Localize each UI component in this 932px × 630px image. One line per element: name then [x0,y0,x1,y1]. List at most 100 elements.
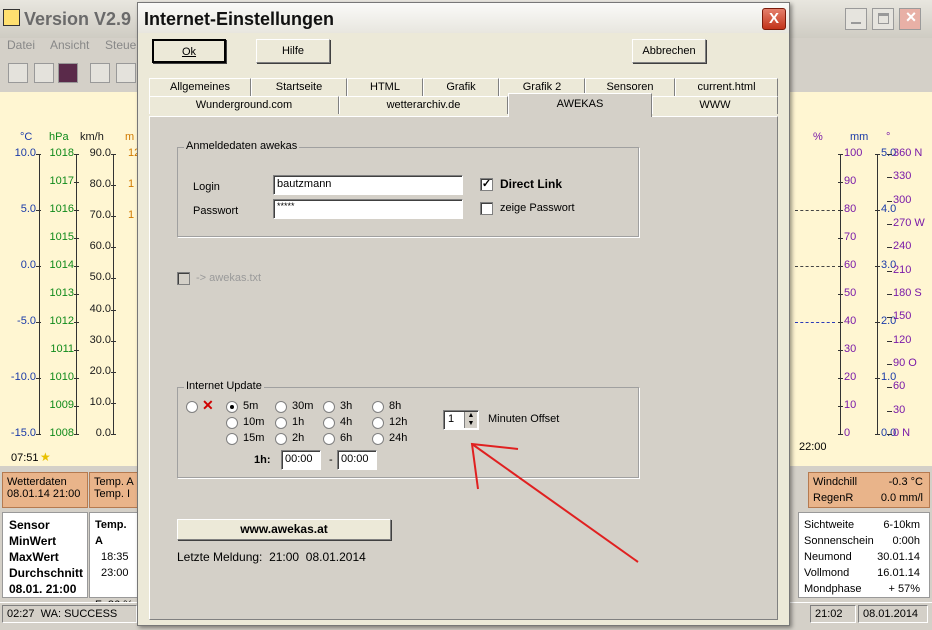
minwert-label: MinWert [9,534,57,548]
axis-tick [74,294,79,295]
dialog-close-icon[interactable]: X [762,8,786,30]
axis-tick [111,340,116,342]
durchschnitt-label: Durchschnitt [9,566,84,580]
update-off-radio[interactable] [186,401,198,413]
tab-awekas[interactable]: AWEKAS [508,93,652,117]
main-close-icon[interactable]: × [899,7,921,30]
last-message-date: 08.01.2014 [305,550,366,564]
direct-link-checkbox[interactable]: ✓ [480,178,493,191]
axis-tick [838,406,843,407]
password-input[interactable]: ***** [273,199,463,219]
axis-tick [838,266,843,267]
guide-line [795,266,835,267]
show-password-checkbox[interactable] [480,202,493,215]
neumond-label: Neumond [804,551,852,563]
tab-wetterarchiv[interactable]: wetterarchiv.de [339,96,508,114]
mondphase-label: Mondphase [804,583,862,595]
hilfe-button[interactable]: Hilfe [256,39,330,63]
axis-tick [875,322,880,323]
axis-tick [887,294,892,295]
interval-label-15m: 15m [243,432,265,444]
ok-button[interactable]: Ok [152,39,226,63]
dir-ticks-label: 120 [893,333,912,346]
interval-radio-3h[interactable] [323,401,335,413]
interval-radio-30m[interactable] [275,401,287,413]
tab-wunderground[interactable]: Wunderground.com [149,96,339,114]
temp-ticks-label: -15.0 [10,427,36,439]
ok-label: Ok [181,46,197,58]
interval-radio-15m[interactable] [226,433,238,445]
axis-tick [887,247,892,249]
dir-ticks-label: 240 [893,240,912,253]
tab-html[interactable]: HTML [347,78,423,96]
awekas-txt-checkbox[interactable] [177,272,190,285]
axis-tick [875,378,880,379]
update-off-icon: ✕ [202,397,214,413]
axis-tick [838,182,843,183]
interval-radio-6h[interactable] [323,433,335,445]
tab-www[interactable]: WWW [652,96,778,114]
awekas-website-button[interactable]: www.awekas.at [177,519,391,540]
offset-spinner[interactable]: ▲ ▼ [464,412,477,428]
h1-to-input[interactable]: 00:00 [337,450,377,470]
regenr-label: RegenR [813,492,854,504]
maxwert-label: MaxWert [9,550,59,564]
axis-tick [838,378,843,379]
axis-tick [111,185,116,187]
login-input[interactable]: bautzmann [273,175,463,195]
menu-steuerung[interactable]: Steue [105,38,136,52]
temp-ticks-label: 5.0 [20,203,36,215]
wind-ticks-label: 40.0 [89,302,111,315]
show-password-label: zeige Passwort [500,202,575,214]
maximize-icon[interactable] [872,8,894,30]
wind-ticks-label: 80.0 [89,178,111,191]
temp-cell: Temp. A Temp. I [89,472,139,508]
hum-ticks-label: 20 [844,371,857,383]
table-icon[interactable] [116,63,136,83]
menu-ansicht[interactable]: Ansicht [50,38,89,52]
axis-tick [887,154,892,155]
login-group-label: Anmeldedaten awekas [184,140,300,152]
abbrechen-button[interactable]: Abbrechen [632,39,706,63]
minimize-icon[interactable] [845,8,867,30]
hum-ticks-label: 30 [844,343,857,355]
tab-allgemeines[interactable]: Allgemeines [149,78,251,96]
tab-grafik[interactable]: Grafik [423,78,499,96]
interval-radio-12h[interactable] [372,417,384,429]
save-as-icon[interactable] [58,63,78,83]
axis-tick [74,406,79,407]
windchill-cell: Windchill -0.3 °C RegenR 0.0 mm/l [808,472,930,508]
time-left: 07:51 [11,452,39,464]
axis-tick [887,270,892,272]
interval-radio-4h[interactable] [323,417,335,429]
h1-separator: - [329,454,333,466]
back-icon[interactable] [8,63,28,83]
interval-radio-8h[interactable] [372,401,384,413]
axis-tick [838,322,843,323]
rain-unit: mm [850,131,869,143]
axis-tick [111,154,116,155]
hum-ticks-label: 100 [844,147,863,159]
sun-icon: ★ [40,450,51,464]
orange-tick-label: 1 [128,178,135,190]
h1-from-input[interactable]: 00:00 [281,450,321,470]
interval-radio-1h[interactable] [275,417,287,429]
tab-startseite[interactable]: Startseite [251,78,347,96]
regenr-value: 0.0 mm/l [880,492,923,504]
tab-current-html[interactable]: current.html [675,78,778,96]
dir-ticks-label: 330 [893,170,912,183]
interval-radio-5m[interactable] [226,401,238,413]
interval-label-10m: 10m [243,416,265,428]
axis-tick [875,434,880,435]
interval-radio-2h[interactable] [275,433,287,445]
axis-tick [887,177,892,179]
menu-datei[interactable]: Datei [7,38,35,52]
axis-tick [887,317,892,319]
page-icon[interactable] [90,63,110,83]
dir-ticks-label: 360 N [893,147,923,159]
wind-ticks-label: 30.0 [89,333,111,346]
interval-radio-24h[interactable] [372,433,384,445]
save-icon[interactable] [34,63,54,83]
interval-radio-10m[interactable] [226,417,238,429]
wind-ticks-label: 50.0 [89,271,111,284]
